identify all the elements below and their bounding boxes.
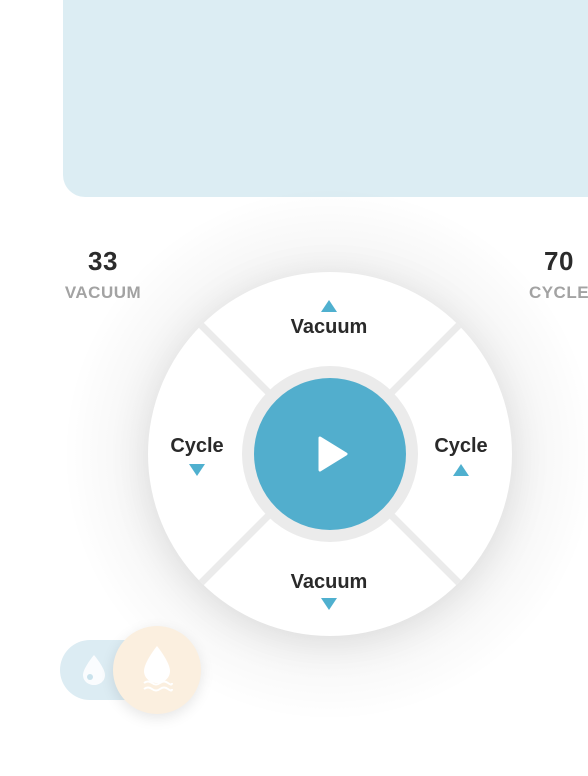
triangle-up-icon	[453, 464, 469, 476]
app-screen: 33 VACUUM 70 CYCLE Vacuum Vacuum Cycle C…	[0, 0, 588, 776]
cycle-value: 70	[544, 246, 574, 276]
vacuum-down-label: Vacuum	[290, 571, 368, 593]
control-wheel: Vacuum Vacuum Cycle Cycle	[148, 272, 512, 636]
play-button[interactable]	[254, 378, 406, 530]
water-drop-waves-icon	[143, 646, 173, 692]
toggle-knob[interactable]	[113, 626, 201, 714]
triangle-down-icon	[321, 598, 337, 610]
vacuum-down-button[interactable]: Vacuum	[274, 570, 384, 610]
cycle-up-button[interactable]: Cycle	[426, 434, 496, 476]
vacuum-up-button[interactable]: Vacuum	[274, 300, 384, 339]
triangle-down-icon	[189, 464, 205, 476]
play-icon	[318, 436, 348, 472]
water-drop-icon	[83, 655, 105, 685]
triangle-up-icon	[321, 300, 337, 312]
display-panel	[63, 0, 588, 197]
cycle-down-button[interactable]: Cycle	[162, 434, 232, 476]
vacuum-up-label: Vacuum	[290, 316, 368, 338]
cycle-down-label: Cycle	[170, 435, 224, 457]
cycle-up-label: Cycle	[434, 435, 488, 457]
